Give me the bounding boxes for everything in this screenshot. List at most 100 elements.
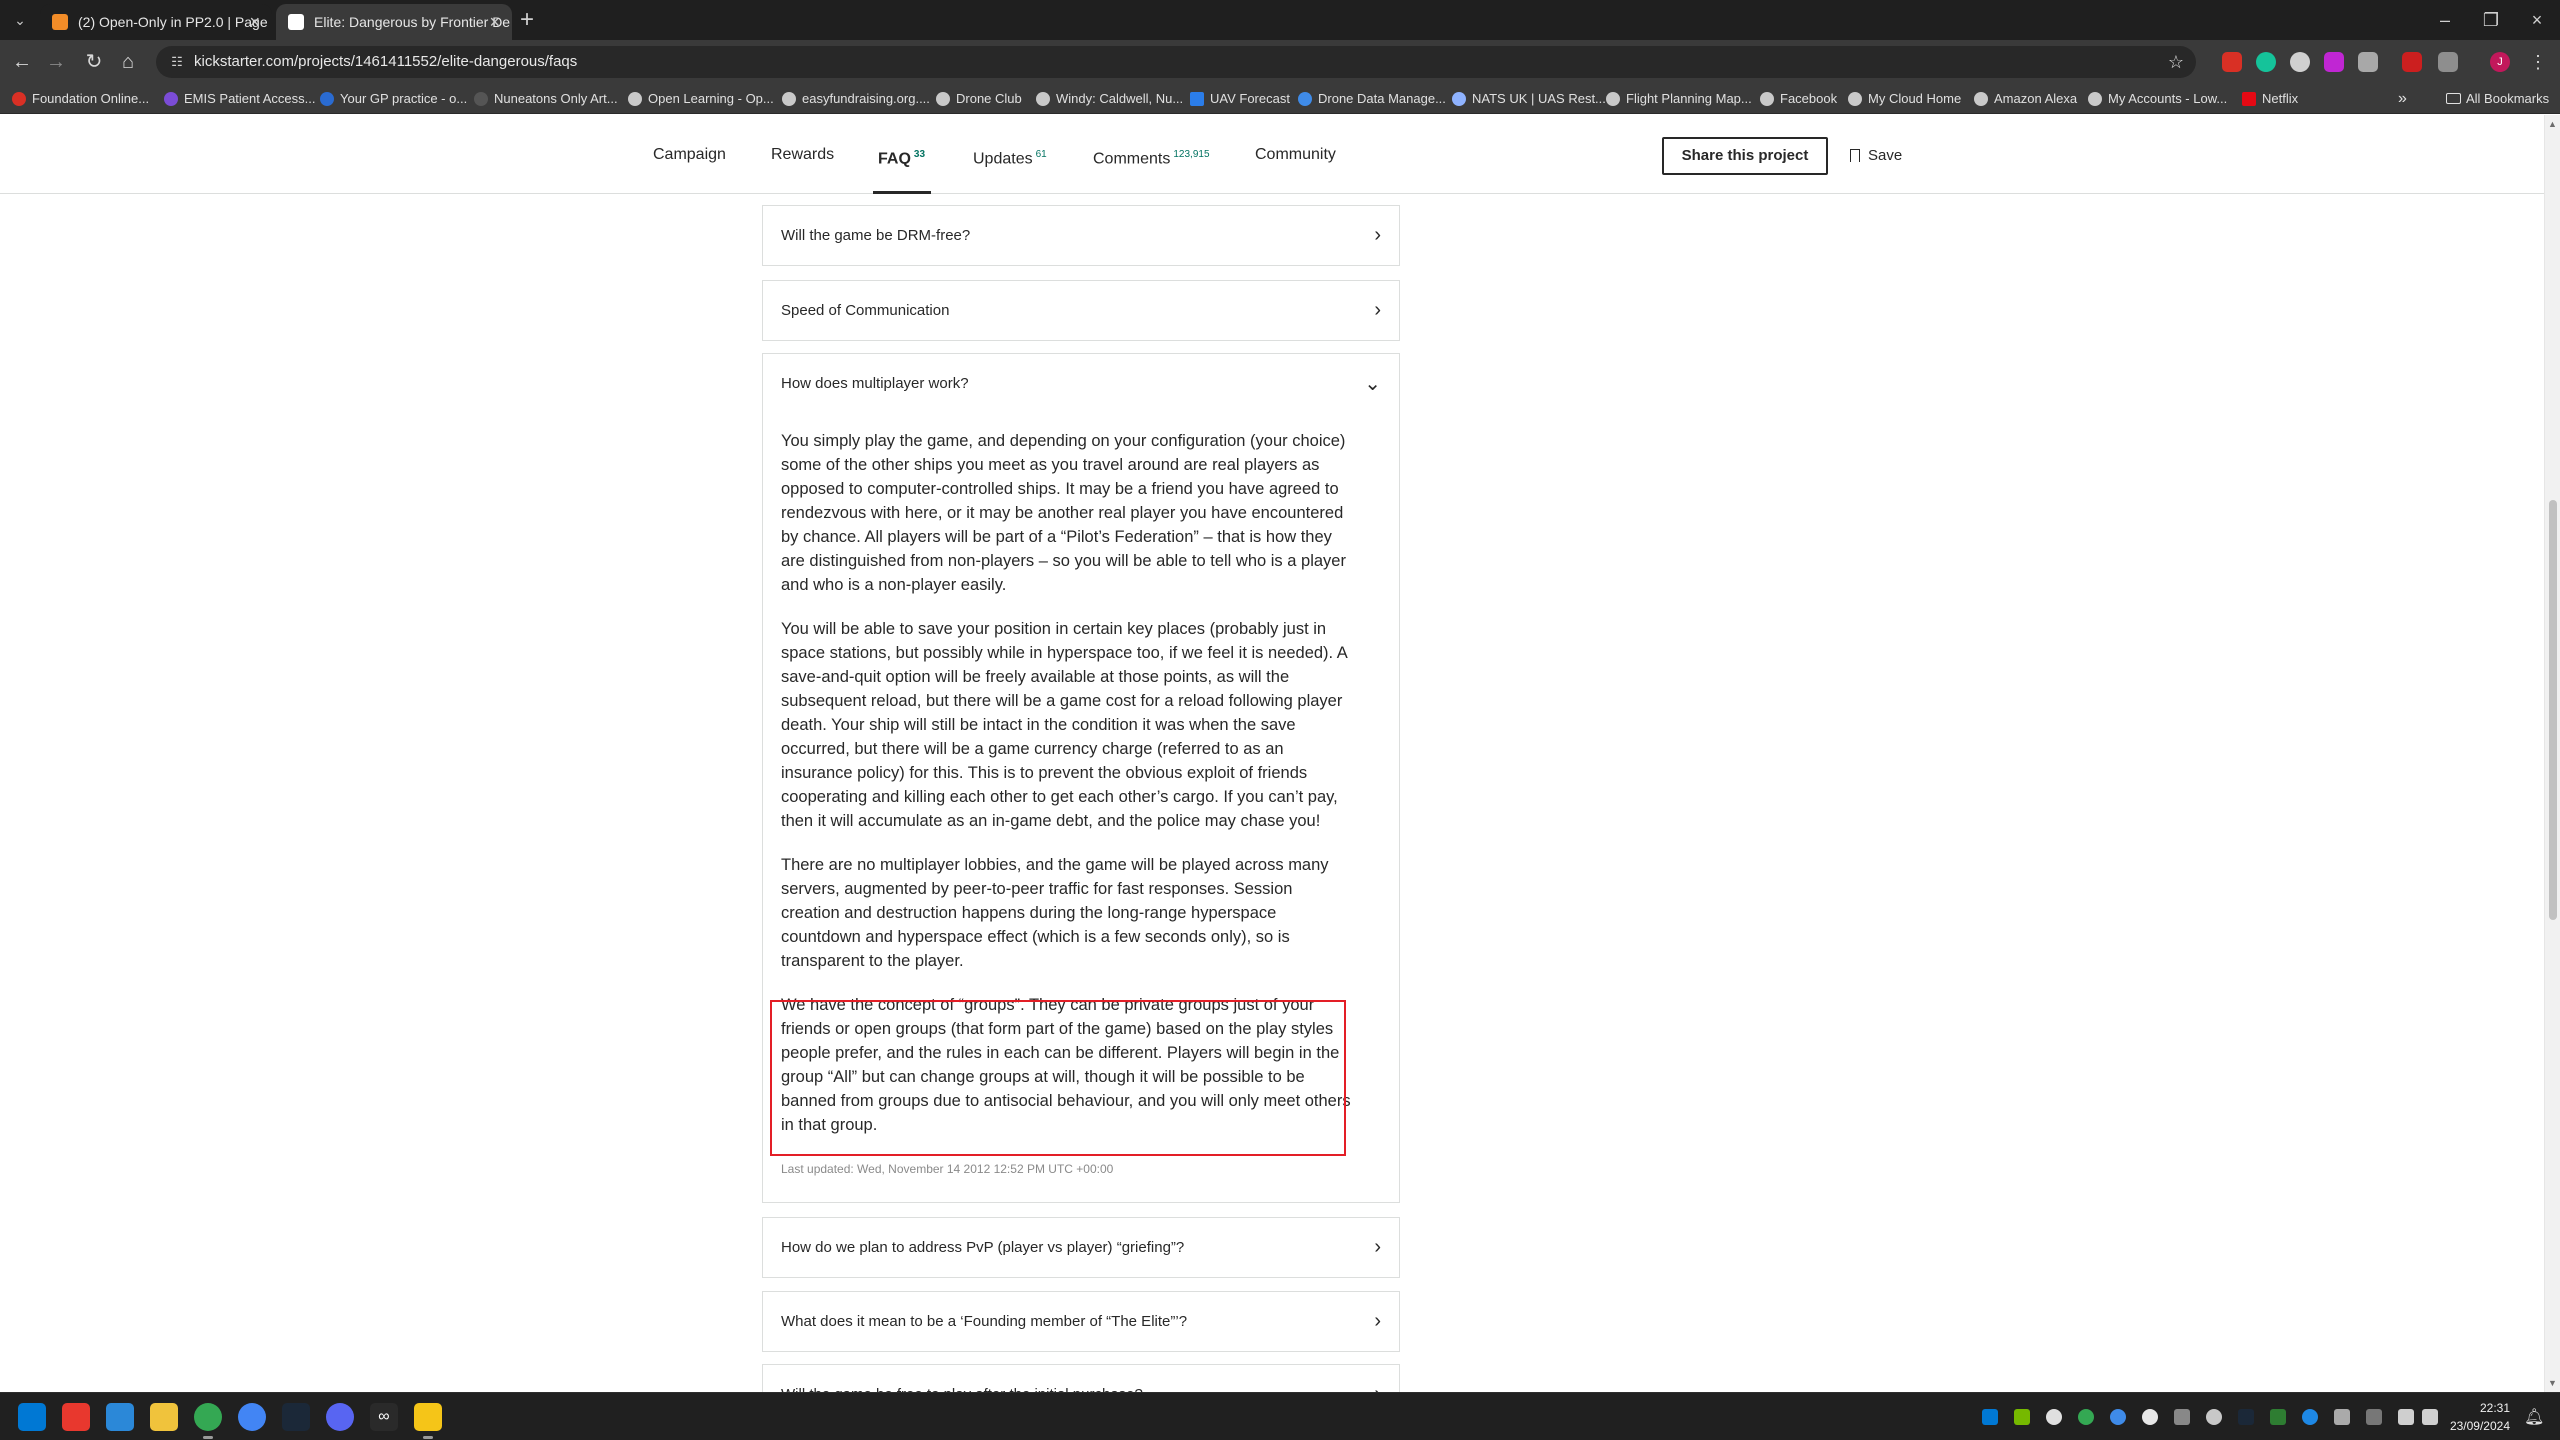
windows-start-icon[interactable] [18, 1403, 46, 1431]
share-project-button[interactable]: Share this project [1662, 137, 1828, 175]
address-url[interactable]: kickstarter.com/projects/1461411552/elit… [194, 46, 577, 78]
extension-instagram-icon[interactable] [2324, 52, 2344, 72]
tray-app-icon[interactable] [2206, 1409, 2222, 1425]
meta-icon[interactable]: ∞ [370, 1403, 398, 1431]
browser-menu-icon[interactable]: ⋮ [2528, 52, 2548, 72]
bookmark-item[interactable]: EMIS Patient Access... [164, 84, 316, 114]
home-icon[interactable]: ⌂ [116, 50, 140, 74]
tab-campaign[interactable]: Campaign [653, 115, 726, 194]
bookmark-item[interactable]: My Accounts - Low... [2088, 84, 2227, 114]
address-bar[interactable]: ☷ kickstarter.com/projects/1461411552/el… [156, 46, 2196, 78]
bluetooth-icon[interactable] [2302, 1409, 2318, 1425]
chevron-right-icon: › [1374, 224, 1381, 246]
tab-community[interactable]: Community [1255, 115, 1336, 194]
nvidia-icon[interactable] [2014, 1409, 2030, 1425]
chrome-profile-icon[interactable] [238, 1403, 266, 1431]
bookmark-item[interactable]: Foundation Online... [12, 84, 149, 114]
faq-question[interactable]: How does multiplayer work? [781, 354, 969, 414]
all-bookmarks-button[interactable]: All Bookmarks [2446, 84, 2549, 114]
scrollbar-thumb[interactable] [2549, 500, 2557, 920]
page-scrollbar[interactable]: ▲ ▼ [2544, 115, 2560, 1392]
browser-tab-forum[interactable]: (2) Open-Only in PP2.0 | Page 8 × [40, 4, 272, 40]
tray-app-icon[interactable] [1982, 1409, 1998, 1425]
tab-updates[interactable]: Updates 61 [973, 115, 1047, 194]
bookmark-item[interactable]: Drone Data Manage... [1298, 84, 1446, 114]
tab-title: Elite: Dangerous by Frontier De [314, 14, 511, 30]
bookmark-item[interactable]: Open Learning - Op... [628, 84, 774, 114]
microsoft-store-icon[interactable] [106, 1403, 134, 1431]
volume-icon[interactable] [2422, 1409, 2438, 1425]
opera-icon[interactable] [62, 1403, 90, 1431]
close-tab-icon[interactable]: × [489, 4, 500, 40]
sticky-notes-icon[interactable] [414, 1403, 442, 1439]
bookmark-item[interactable]: Nuneatons Only Art... [474, 84, 618, 114]
chrome-icon[interactable] [194, 1403, 222, 1439]
tab-title: (2) Open-Only in PP2.0 | Page 8 [78, 14, 272, 30]
bookmark-item[interactable]: NATS UK | UAS Rest... [1452, 84, 1606, 114]
chevron-right-icon: › [1374, 1310, 1381, 1332]
faq-item-drm[interactable]: Will the game be DRM-free? › [762, 205, 1400, 266]
reading-list-icon[interactable] [2358, 52, 2378, 72]
save-button[interactable]: Save [1850, 137, 1902, 175]
browser-tab-kickstarter[interactable]: Elite: Dangerous by Frontier De × [276, 4, 512, 40]
faq-item-speed[interactable]: Speed of Communication › [762, 280, 1400, 341]
extensions-puzzle-icon[interactable] [2438, 52, 2458, 72]
close-window-icon[interactable]: × [2522, 6, 2552, 34]
bookmark-item[interactable]: Flight Planning Map... [1606, 84, 1752, 114]
project-subnav: Campaign Rewards FAQ 33 Updates 61 Comment… [0, 115, 2544, 194]
bookmark-item[interactable]: Facebook [1760, 84, 1837, 114]
grammarly-icon[interactable] [2256, 52, 2276, 72]
more-bookmarks-icon[interactable]: » [2398, 84, 2407, 114]
site-info-icon[interactable]: ☷ [168, 53, 186, 71]
network-icon[interactable] [2398, 1409, 2414, 1425]
steam-tray-icon[interactable] [2238, 1409, 2254, 1425]
minimize-icon[interactable]: – [2430, 6, 2460, 34]
extension-circle-icon[interactable] [2290, 52, 2310, 72]
profile-avatar[interactable]: J [2490, 52, 2510, 72]
scroll-up-arrow-icon[interactable]: ▲ [2548, 119, 2557, 129]
faq-item-free-play[interactable]: Will the game be free to play after the … [762, 1364, 1400, 1392]
bookmark-favicon-icon [12, 92, 26, 106]
tab-rewards[interactable]: Rewards [771, 115, 834, 194]
tab-search-chevron-icon[interactable]: ⌄ [8, 8, 32, 32]
faq-question: Speed of Communication [781, 302, 950, 319]
onedrive-icon[interactable] [2142, 1409, 2158, 1425]
answer-paragraph: You simply play the game, and depending … [781, 432, 1346, 594]
system-clock[interactable]: 22:31 23/09/2024 [2440, 1399, 2510, 1435]
tab-comments[interactable]: Comments 123,915 [1093, 115, 1210, 194]
bookmark-item[interactable]: Netflix [2242, 84, 2298, 114]
bookmark-star-icon[interactable]: ☆ [2168, 46, 2184, 78]
tray-app-icon[interactable] [2046, 1409, 2062, 1425]
tab-faq[interactable]: FAQ 33 [873, 115, 932, 194]
faq-item-founding[interactable]: What does it mean to be a ‘Founding memb… [762, 1291, 1400, 1352]
steam-icon[interactable] [282, 1403, 310, 1431]
tray-app-icon[interactable] [2174, 1409, 2190, 1425]
bookmark-item[interactable]: Drone Club [936, 84, 1022, 114]
back-arrow-icon[interactable]: ← [10, 50, 34, 74]
extension-red-icon[interactable] [2402, 52, 2422, 72]
bookmark-item[interactable]: My Cloud Home [1848, 84, 1961, 114]
forward-arrow-icon[interactable]: → [44, 50, 68, 74]
chevron-down-icon[interactable]: ⌄ [1364, 354, 1381, 414]
bookmark-item[interactable]: Amazon Alexa [1974, 84, 2077, 114]
bookmark-favicon-icon [1452, 92, 1466, 106]
bookmark-item[interactable]: easyfundraising.org.... [782, 84, 930, 114]
new-tab-plus-icon[interactable]: + [520, 6, 534, 34]
bookmark-item[interactable]: Your GP practice - o... [320, 84, 467, 114]
bookmark-item[interactable]: Windy: Caldwell, Nu... [1036, 84, 1183, 114]
bookmark-item[interactable]: UAV Forecast [1190, 84, 1290, 114]
faq-item-pvp[interactable]: How do we plan to address PvP (player vs… [762, 1217, 1400, 1278]
notification-bell-icon[interactable]: 🔔︎ [2524, 1407, 2544, 1427]
discord-icon[interactable] [326, 1403, 354, 1431]
restore-icon[interactable]: ❐ [2476, 6, 2506, 34]
microphone-icon[interactable] [2366, 1409, 2382, 1425]
reload-icon[interactable]: ↻ [82, 50, 106, 74]
file-explorer-icon[interactable] [150, 1403, 178, 1431]
tray-app-icon[interactable] [2270, 1409, 2286, 1425]
usb-icon[interactable] [2334, 1409, 2350, 1425]
tray-app-icon[interactable] [2110, 1409, 2126, 1425]
extension-icon[interactable] [2222, 52, 2242, 72]
tray-app-icon[interactable] [2078, 1409, 2094, 1425]
scroll-down-arrow-icon[interactable]: ▼ [2548, 1378, 2557, 1388]
close-tab-icon[interactable]: × [249, 4, 260, 40]
